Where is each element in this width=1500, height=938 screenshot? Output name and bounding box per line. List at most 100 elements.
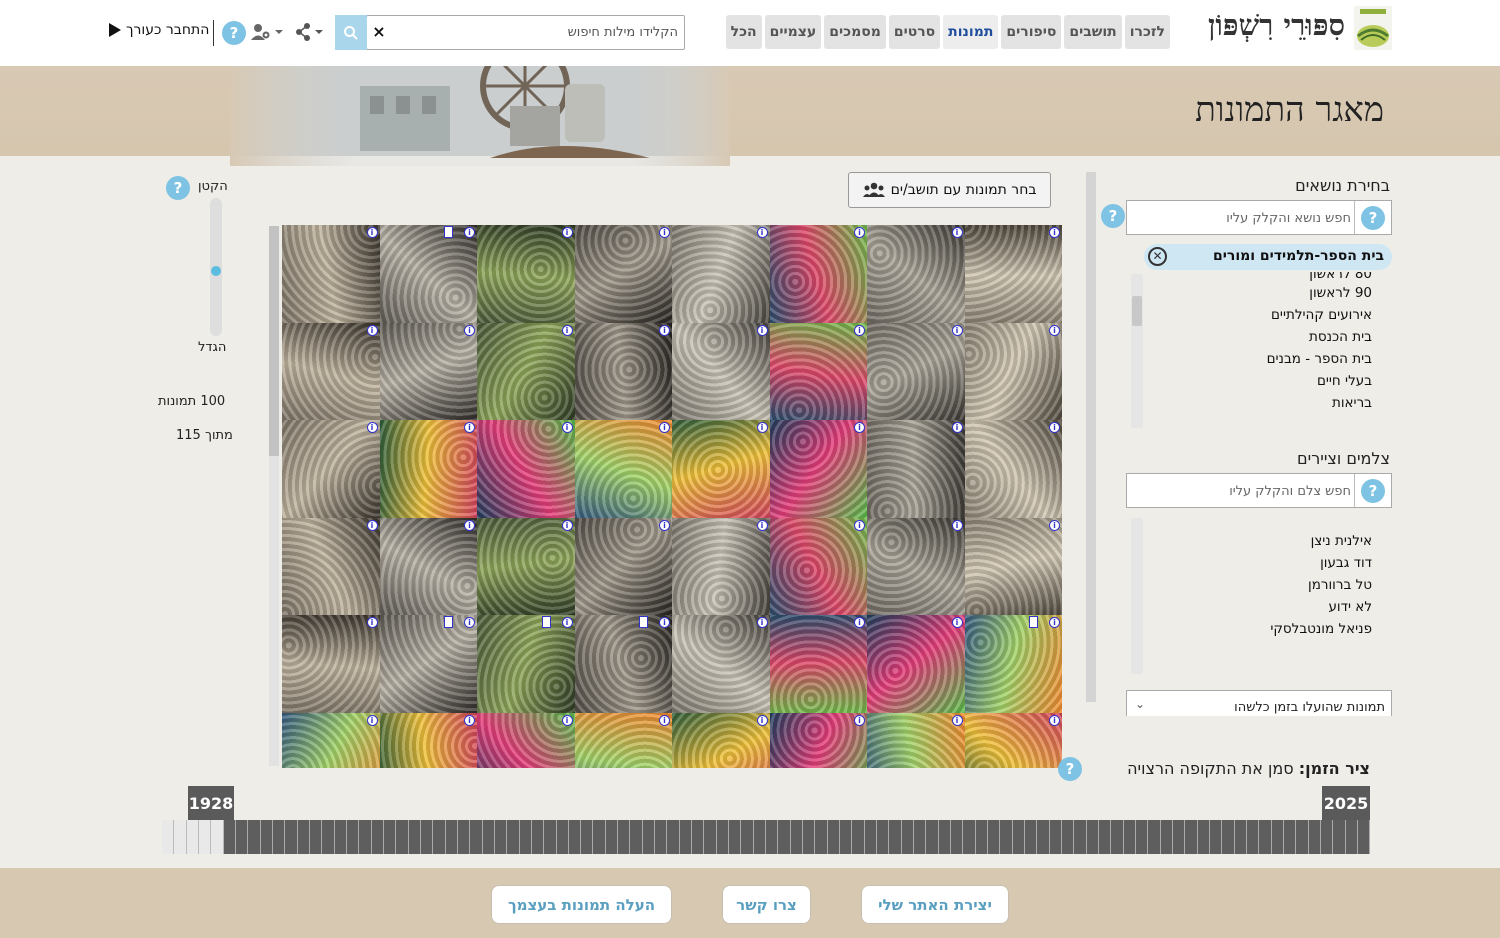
- timeline-year-tick[interactable]: [581, 820, 594, 854]
- help-icon[interactable]: ?: [222, 21, 246, 45]
- timeline-end-year[interactable]: 2025: [1322, 786, 1370, 820]
- timeline-year-tick[interactable]: [322, 820, 335, 854]
- photo-tile[interactable]: i: [867, 615, 965, 713]
- timeline-year-tick[interactable]: [1086, 820, 1099, 854]
- list-item[interactable]: 90 לראשון: [1267, 282, 1372, 304]
- photo-tile[interactable]: i: [769, 225, 867, 323]
- photo-tile[interactable]: i: [672, 322, 770, 420]
- info-icon[interactable]: i: [366, 617, 378, 628]
- info-icon[interactable]: i: [659, 519, 670, 531]
- photo-tile[interactable]: i: [964, 615, 1062, 713]
- photo-tile[interactable]: i: [769, 712, 867, 768]
- timeline-year-tick[interactable]: [359, 820, 372, 854]
- timeline-year-tick[interactable]: [803, 820, 816, 854]
- timeline-year-tick[interactable]: [1308, 820, 1321, 854]
- timeline-year-tick[interactable]: [667, 820, 680, 854]
- help-icon[interactable]: ?: [1361, 206, 1385, 230]
- timeline-year-tick[interactable]: [618, 820, 631, 854]
- info-icon[interactable]: i: [366, 227, 378, 238]
- timeline-year-tick[interactable]: [605, 820, 619, 854]
- topics-search-input[interactable]: [1141, 207, 1351, 229]
- photo-tile[interactable]: i: [964, 712, 1062, 768]
- timeline-year-tick[interactable]: [1135, 820, 1149, 854]
- info-icon[interactable]: i: [756, 324, 768, 336]
- timeline-year-tick[interactable]: [1111, 820, 1124, 854]
- info-icon[interactable]: i: [561, 617, 573, 628]
- timeline-year-tick[interactable]: [346, 820, 360, 854]
- photo-tile[interactable]: i: [282, 420, 380, 518]
- photo-tile[interactable]: i: [867, 225, 965, 323]
- photo-tile[interactable]: i: [574, 420, 672, 518]
- timeline-year-tick[interactable]: [1049, 820, 1062, 854]
- info-icon[interactable]: i: [951, 714, 963, 726]
- photo-tile[interactable]: i: [574, 517, 672, 615]
- photo-tile[interactable]: i: [379, 615, 477, 713]
- timeline-year-tick[interactable]: [951, 820, 964, 854]
- photo-tile[interactable]: i: [282, 517, 380, 615]
- photo-tile[interactable]: i: [282, 322, 380, 420]
- info-icon[interactable]: i: [1049, 324, 1060, 336]
- info-icon[interactable]: i: [951, 617, 963, 628]
- info-icon[interactable]: i: [756, 617, 768, 628]
- photo-tile[interactable]: i: [867, 322, 965, 420]
- timeline-year-tick[interactable]: [1271, 820, 1284, 854]
- timeline-year-tick[interactable]: [198, 820, 212, 854]
- photo-tile[interactable]: i: [964, 225, 1062, 323]
- timeline-year-tick[interactable]: [371, 820, 384, 854]
- timeline-year-tick[interactable]: [383, 820, 397, 854]
- photo-tile[interactable]: i: [574, 712, 672, 768]
- info-icon[interactable]: i: [854, 617, 865, 628]
- info-icon[interactable]: i: [659, 227, 670, 238]
- list-item[interactable]: טל ברוורמן: [1270, 574, 1372, 596]
- photo-tile[interactable]: i: [477, 225, 575, 323]
- timeline-year-tick[interactable]: [1024, 820, 1038, 854]
- photo-tile[interactable]: i: [477, 615, 575, 713]
- list-item[interactable]: בעלי חיים: [1267, 370, 1372, 392]
- info-icon[interactable]: i: [951, 422, 963, 433]
- search-input[interactable]: [398, 20, 678, 45]
- timeline-year-tick[interactable]: [457, 820, 471, 854]
- timeline-year-tick[interactable]: [692, 820, 705, 854]
- tab-residents[interactable]: תושבים: [1064, 15, 1122, 49]
- timeline-year-tick[interactable]: [235, 820, 249, 854]
- timeline-year-tick[interactable]: [248, 820, 261, 854]
- timeline-year-tick[interactable]: [1148, 820, 1161, 854]
- photo-tile[interactable]: i: [379, 225, 477, 323]
- list-item[interactable]: בריאות: [1267, 392, 1372, 414]
- info-icon[interactable]: i: [561, 519, 573, 531]
- contact-button[interactable]: צרו קשר: [722, 885, 811, 924]
- timeline-bar[interactable]: [162, 820, 1371, 854]
- timeline-year-tick[interactable]: [1037, 820, 1050, 854]
- topics-list-scrollbar[interactable]: [1131, 274, 1143, 428]
- info-icon[interactable]: i: [854, 227, 865, 238]
- photo-tile[interactable]: i: [964, 517, 1062, 615]
- photo-tile[interactable]: i: [282, 225, 380, 323]
- timeline-year-tick[interactable]: [655, 820, 668, 854]
- upload-date-select[interactable]: תמונות שהועלו בזמן כלשהו ⌄: [1126, 690, 1392, 716]
- timeline-year-tick[interactable]: [531, 820, 545, 854]
- timeline-year-tick[interactable]: [729, 820, 742, 854]
- info-icon[interactable]: i: [854, 324, 865, 336]
- share-menu[interactable]: [295, 22, 327, 44]
- site-logo-icon[interactable]: [1354, 6, 1392, 50]
- timeline-help-icon[interactable]: ?: [1058, 757, 1082, 781]
- timeline-year-tick[interactable]: [297, 820, 310, 854]
- info-icon[interactable]: i: [561, 324, 573, 336]
- photo-tile[interactable]: i: [672, 225, 770, 323]
- photo-tile[interactable]: i: [672, 420, 770, 518]
- photo-tile[interactable]: i: [867, 517, 965, 615]
- timeline-year-tick[interactable]: [174, 820, 187, 854]
- timeline-year-tick[interactable]: [1197, 820, 1210, 854]
- info-icon[interactable]: i: [464, 519, 475, 531]
- list-item[interactable]: אירועים קהילתיים: [1267, 304, 1372, 326]
- timeline-year-tick[interactable]: [211, 820, 224, 854]
- timeline-start-year[interactable]: 1928: [188, 786, 234, 820]
- timeline-year-tick[interactable]: [162, 820, 175, 854]
- timeline-year-tick[interactable]: [1172, 820, 1186, 854]
- info-icon[interactable]: i: [951, 324, 963, 336]
- timeline-year-tick[interactable]: [1209, 820, 1223, 854]
- timeline-year-tick[interactable]: [864, 820, 878, 854]
- timeline-year-tick[interactable]: [901, 820, 915, 854]
- timeline-year-tick[interactable]: [790, 820, 804, 854]
- editor-login-link[interactable]: התחבר כעורך: [108, 22, 209, 38]
